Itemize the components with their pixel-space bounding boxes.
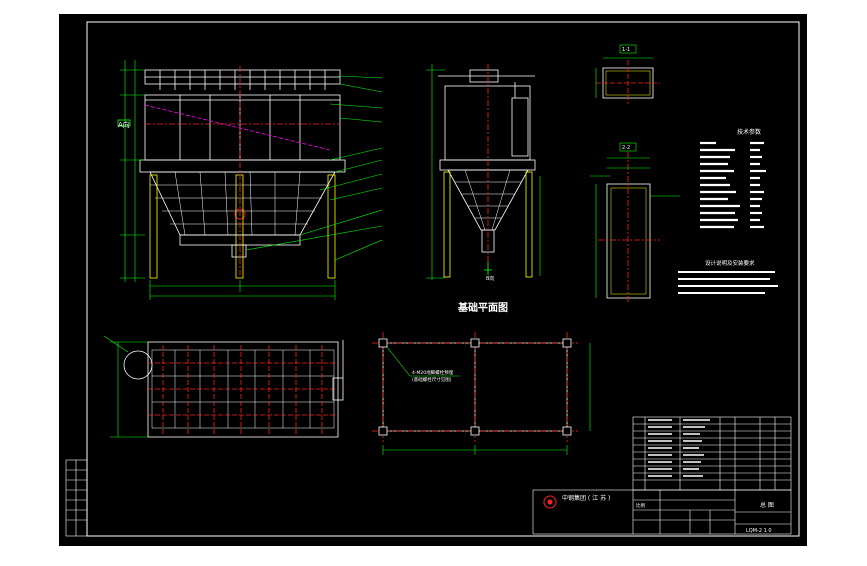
foundation-plan-title: 基础平面图	[457, 301, 508, 314]
section-2-title: 2-2	[622, 145, 630, 151]
section-1-title: 1-1	[622, 47, 630, 53]
company-name: 中钢集团 ( 江 苏 )	[562, 494, 610, 502]
cad-viewport: A向 基础平面图 1-1 2-2 B向 技术参数 设计说明及安装要求 4-M20…	[0, 0, 867, 562]
view-a-label: A向	[118, 120, 130, 129]
cad-drawing: A向 基础平面图 1-1 2-2 B向 技术参数 设计说明及安装要求 4-M20…	[59, 14, 807, 546]
anchor-note-2: (基础螺栓尺寸见图)	[412, 376, 452, 383]
notes-title: 设计说明及安装要求	[705, 259, 755, 267]
anchor-note-1: 4-M20地脚螺栓预埋	[412, 369, 454, 376]
drawing-number: LQM-2 1 0	[746, 528, 772, 534]
scale-label: 比例	[636, 502, 645, 509]
tech-params-title: 技术参数	[737, 128, 761, 136]
product-name: 总 图	[760, 501, 774, 509]
view-b-label: B向	[486, 275, 494, 282]
